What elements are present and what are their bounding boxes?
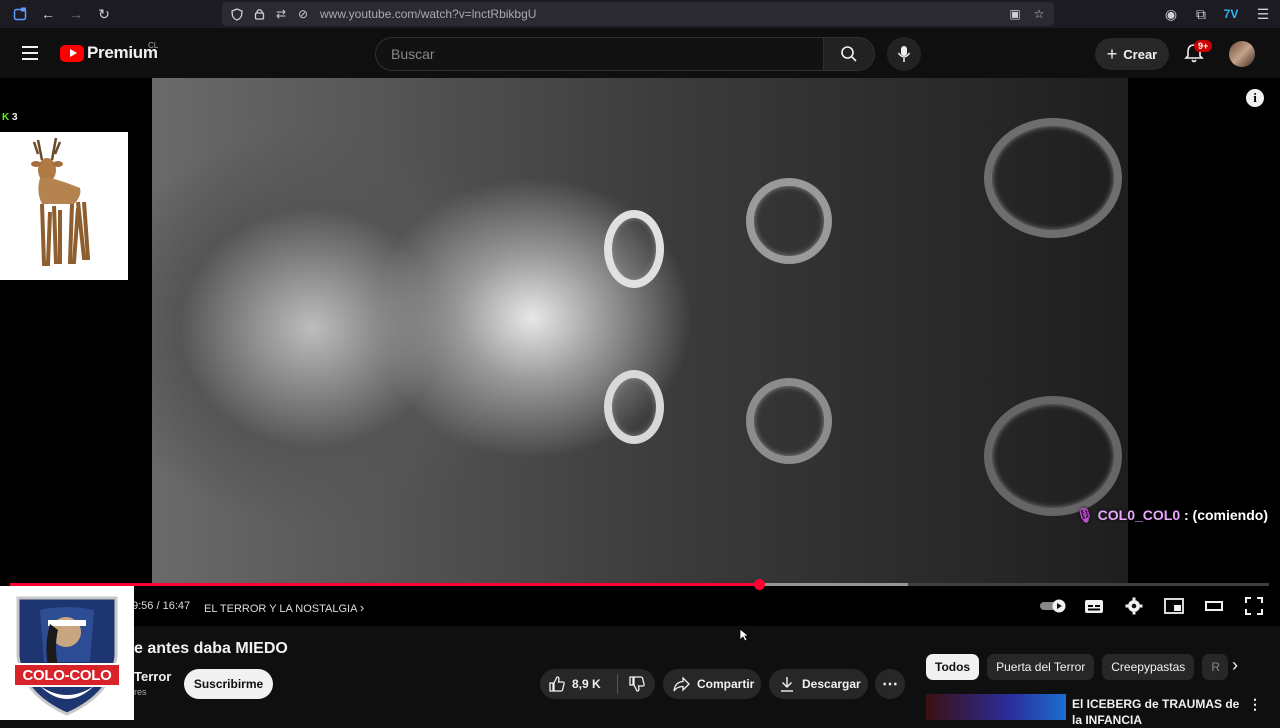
chip-partial[interactable]: R [1202,654,1229,680]
subscriber-count: res [134,687,147,697]
kick-logo-icon: K [2,112,10,123]
video-ring [984,396,1122,516]
download-label: Descargar [802,677,861,691]
gear-icon [1125,597,1143,615]
plus-icon: + [1106,43,1118,64]
progress-bar[interactable] [10,579,1269,590]
miniplayer-button[interactable] [1158,594,1190,618]
thumbs-down-icon [628,676,645,692]
recommendation-title[interactable]: El ICEBERG de TRAUMAS de la INFANCIA [1072,696,1242,728]
search-icon [841,46,857,62]
more-actions-button[interactable]: ⋯ [875,669,905,699]
extension-7tv-icon[interactable]: 7V [1216,0,1246,28]
create-label: Crear [1123,46,1158,62]
chapter-title: EL TERROR Y LA NOSTALGIA [204,603,357,615]
youtube-play-icon [60,44,84,62]
search-box [375,37,824,71]
mouse-cursor-icon [739,628,749,642]
youtube-header: Premium CL + Crear 9+ [0,28,1280,78]
video-ring [604,370,664,444]
team-name: COLO-COLO [22,667,112,684]
chat-overlay: 🎙 COL0_COL0 : (comiendo) [1076,507,1268,524]
hamburger-menu-icon[interactable] [16,40,44,66]
video-ring [984,118,1122,238]
time-display: 9:56 / 16:47 [132,600,191,612]
subscribe-button[interactable]: Suscribirme [184,669,273,699]
settings-button[interactable] [1118,594,1150,618]
recommendation-thumbnail[interactable] [926,694,1066,720]
reader-view-icon[interactable]: ▣ [1004,2,1026,26]
video-ring [746,378,832,464]
theater-mode-button[interactable] [1198,594,1230,618]
video-ring [746,178,832,264]
autoplay-toggle[interactable] [1038,594,1070,618]
subtitles-icon [1085,599,1103,613]
colo-colo-logo: COLO-COLO [0,586,134,720]
video-title: e antes daba MIEDO [134,640,288,657]
chip-todos[interactable]: Todos [926,654,980,680]
browser-toolbar: ← → ↻ ⇄ ⊘ www.youtube.com/watch?v=lnctRb… [0,0,1280,28]
download-button[interactable]: Descargar [769,669,868,699]
chip-creepypastas[interactable]: Creepypastas [1102,654,1195,680]
share-label: Compartir [697,677,755,691]
video-ring [604,210,664,288]
chip-puerta-del-terror[interactable]: Puerta del Terror [987,654,1095,680]
share-icon [673,676,690,692]
channel-name[interactable]: Terror [134,669,171,684]
shield-icon[interactable] [226,2,248,26]
download-icon [781,677,793,692]
forward-icon[interactable]: → [62,0,90,28]
like-count: 8,9 K [572,677,601,691]
chat-username: COL0_COL0 [1097,507,1181,523]
fullscreen-button[interactable] [1238,594,1270,618]
video-info-section: e antes daba MIEDO Terror res Suscribirm… [0,626,1280,727]
video-frame[interactable] [152,78,1128,583]
microphone-icon [897,46,911,62]
chapter-button[interactable]: EL TERROR Y LA NOSTALGIA › [204,600,364,615]
like-button[interactable]: 8,9 K [540,676,611,692]
account-icon[interactable]: ◉ [1156,0,1186,28]
notification-badge: 9+ [1194,40,1213,52]
miniplayer-icon [1164,598,1184,614]
voice-search-button[interactable] [887,37,921,71]
theater-mode-icon [1205,601,1223,611]
chevron-right-icon: › [359,600,365,615]
more-horizontal-icon: ⋯ [882,676,898,693]
permissions-icon[interactable]: ⇄ [270,2,292,26]
kick-viewers-value: 3 [12,112,18,123]
chat-message: : (comiendo) [1184,507,1268,523]
share-button[interactable]: Compartir [663,669,761,699]
chips-next-chevron-icon[interactable]: › [1232,655,1238,676]
create-button[interactable]: + Crear [1095,38,1169,70]
search-input[interactable] [389,45,813,63]
autoplay-icon [1040,599,1066,613]
recommendation-menu-icon[interactable]: ⋮ [1248,696,1262,713]
like-dislike-group: 8,9 K [540,669,655,699]
country-code: CL [148,41,159,50]
dislike-button[interactable] [618,676,655,692]
player-controls: 9:56 / 16:47 EL TERROR Y LA NOSTALGIA › [0,588,1280,626]
camera-blocked-icon[interactable]: ⊘ [292,2,314,26]
video-player[interactable]: i K 3 🎙 COL0_COL0 : (comiendo) 9:56 / 16… [0,78,1280,626]
back-icon[interactable]: ← [34,0,62,28]
lock-icon[interactable] [248,2,270,26]
bookmark-star-icon[interactable]: ☆ [1028,2,1050,26]
deer-overlay-image [0,132,128,280]
youtube-premium-logo[interactable]: Premium CL [60,41,159,63]
app-menu-icon[interactable]: ☰ [1246,0,1280,28]
microphone-icon: 🎙 [1075,507,1094,523]
kick-viewer-count: K 3 [2,112,18,123]
user-avatar[interactable] [1229,41,1255,67]
thumbs-up-icon [549,676,565,692]
subtitles-button[interactable] [1078,594,1110,618]
extensions-icon[interactable]: ⧉ [1186,0,1216,28]
address-bar[interactable]: ⇄ ⊘ www.youtube.com/watch?v=lnctRbikbgU … [222,2,1054,26]
recommendation-chips: Todos Puerta del Terror Creepypastas R [926,654,1229,680]
url-text[interactable]: www.youtube.com/watch?v=lnctRbikbgU [320,7,1004,21]
search-button[interactable] [823,37,875,71]
info-icon[interactable]: i [1246,89,1264,107]
tab-overview-icon[interactable] [6,0,34,28]
reload-icon[interactable]: ↻ [90,0,118,28]
fullscreen-icon [1245,597,1263,615]
